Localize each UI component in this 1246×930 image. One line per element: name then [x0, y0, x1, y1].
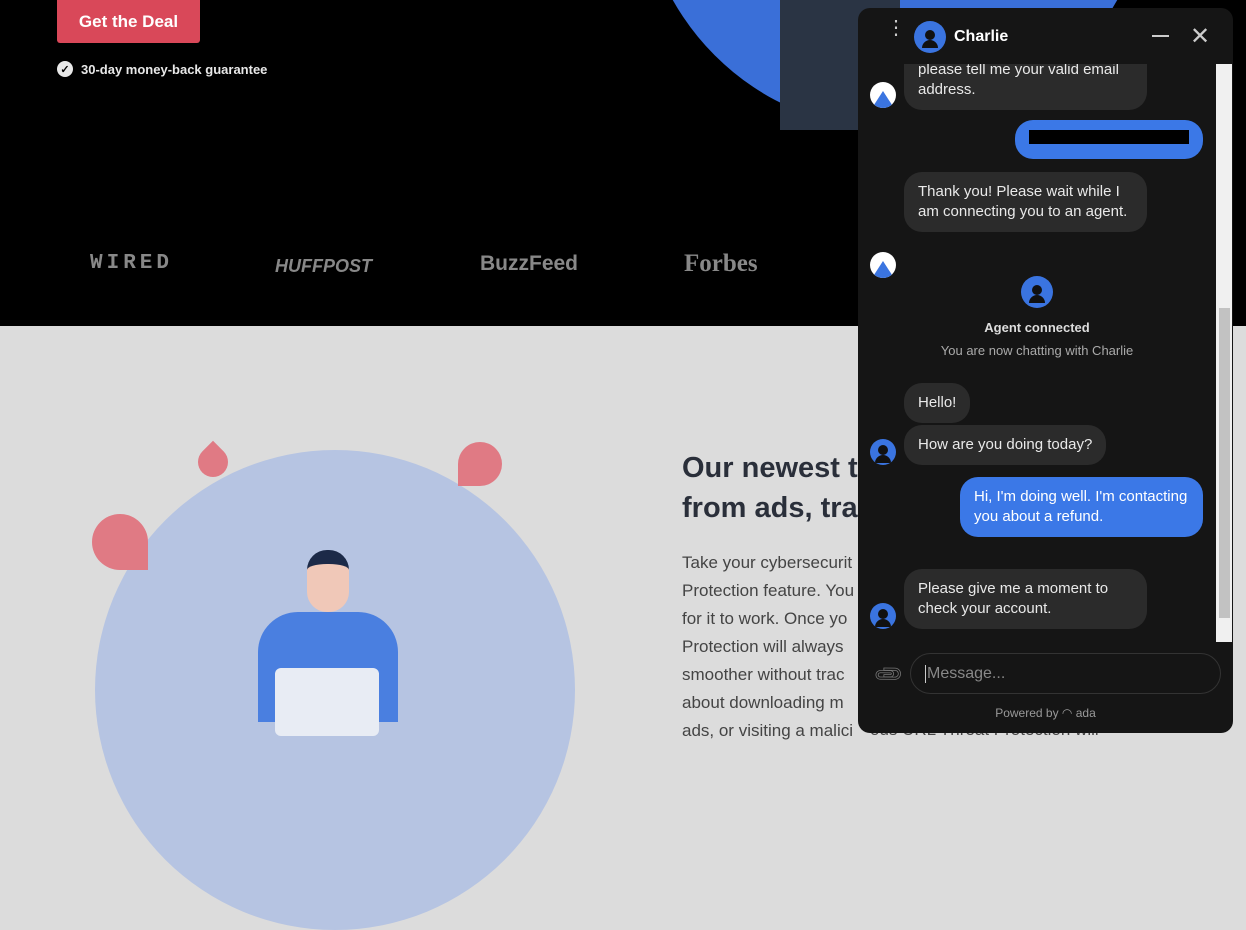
guarantee: ✓ 30-day money-back guarantee	[57, 61, 267, 77]
press-logo-forbes: Forbes	[684, 250, 758, 277]
agent-avatar-icon	[870, 603, 896, 629]
ada-logo-icon: ◠	[1061, 706, 1073, 720]
close-icon[interactable]: ✕	[1190, 22, 1210, 51]
message-agent: Hello!	[904, 383, 971, 423]
minimize-icon[interactable]	[1152, 35, 1169, 37]
agent-avatar-icon	[870, 439, 896, 465]
agent-connected-icon	[1021, 276, 1053, 308]
press-logo-buzzfeed: BuzzFeed	[480, 252, 579, 275]
press-logo-huffpost: HUFFPOST	[275, 256, 372, 276]
message-placeholder: Message...	[925, 664, 1006, 683]
bot-avatar-icon	[870, 82, 896, 108]
message-user	[1015, 120, 1203, 159]
message-list: please tell me your valid email address.…	[858, 64, 1216, 642]
message-bot: please tell me your valid email address.	[904, 64, 1147, 110]
message-agent: How are you doing today?	[904, 425, 1107, 465]
agent-name: Charlie	[954, 28, 1009, 45]
feature-heading: Our newest t from ads, tra	[682, 452, 858, 524]
status-subtitle: You are now chatting with Charlie	[940, 343, 1134, 358]
message-input[interactable]: Message...	[910, 653, 1221, 694]
attachment-icon[interactable]: 📎︎	[871, 657, 907, 693]
message-agent: Please give me a moment to check your ac…	[904, 569, 1147, 629]
check-icon: ✓	[57, 61, 73, 77]
pin-illustration	[92, 514, 148, 570]
agent-avatar	[914, 21, 946, 53]
laptop-illustration	[275, 668, 379, 736]
message-bot: Thank you! Please wait while I am connec…	[904, 172, 1147, 232]
message-user: Hi, I'm doing well. I'm contacting you a…	[960, 477, 1203, 537]
scrollbar-thumb[interactable]	[1219, 308, 1230, 618]
feature-body: Take your cybersecurit Protection feature…	[682, 553, 855, 740]
pin-illustration	[458, 442, 502, 486]
status-title: Agent connected	[984, 320, 1090, 335]
person-head	[307, 550, 349, 612]
bot-avatar-icon	[870, 252, 896, 278]
ada-brand: ada	[1075, 706, 1096, 720]
press-logo-wired: WIRED	[90, 252, 174, 275]
powered-by-text: Powered by	[995, 706, 1059, 720]
get-deal-button[interactable]: Get the Deal	[57, 0, 200, 43]
guarantee-text: 30-day money-back guarantee	[81, 61, 268, 77]
redacted-email	[1029, 130, 1189, 144]
chat-widget: ⋮ Charlie ✕ please tell me your valid em…	[858, 8, 1233, 733]
more-options-icon[interactable]: ⋮	[886, 18, 906, 38]
powered-by[interactable]: Powered by ◠ ada	[858, 706, 1233, 720]
